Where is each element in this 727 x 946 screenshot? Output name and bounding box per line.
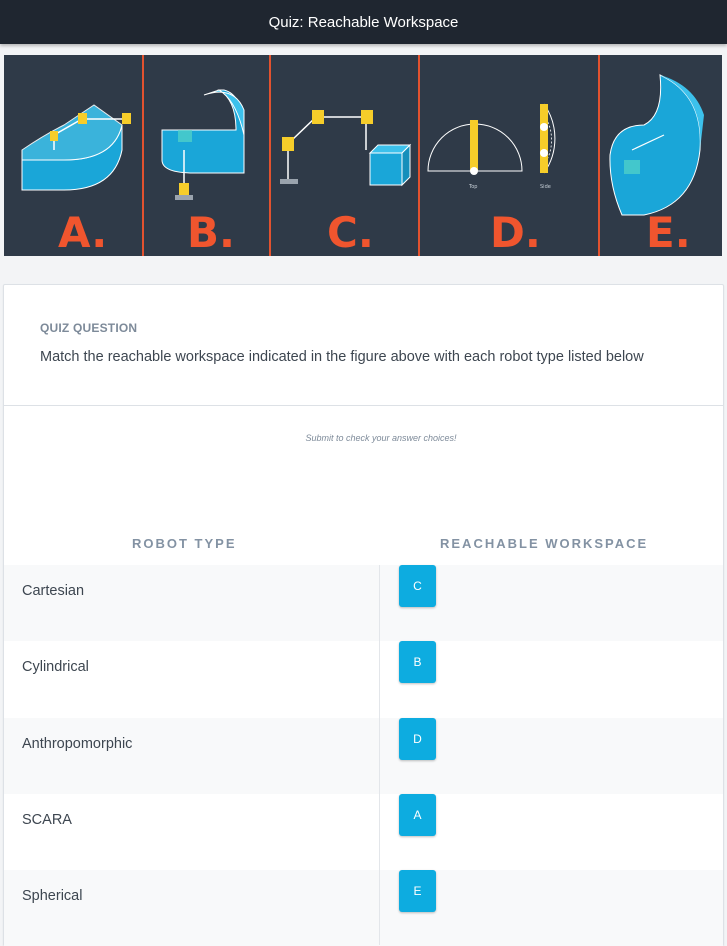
page-title: Quiz: Reachable Workspace [268, 13, 459, 31]
quiz-question-label: QUIZ QUESTION [40, 321, 138, 335]
robot-type-label: Anthropomorphic [22, 736, 133, 752]
panel-e-spherical-workspace [609, 74, 704, 216]
answer-chip[interactable]: C [399, 565, 436, 607]
panel-b-cylindrical-workspace [161, 89, 245, 200]
match-row-cartesian: Cartesian C [4, 565, 723, 641]
quiz-card: QUIZ QUESTION Match the reachable worksp… [3, 284, 724, 946]
column-divider [379, 565, 380, 945]
panel-d-side-caption: Side [540, 184, 551, 190]
panel-d-anthropomorphic-workspace: Top Side [427, 103, 556, 190]
panel-letter-d: D. [490, 208, 541, 256]
reachable-workspace-column-header: REACHABLE WORKSPACE [440, 536, 649, 551]
panel-letter-e: E. [646, 208, 691, 256]
answer-chip[interactable]: B [399, 641, 436, 683]
robot-type-column-header: ROBOT TYPE [132, 536, 237, 551]
panel-d-top-caption: Top [468, 184, 477, 190]
workspace-illustration: Top Side A. B. C. D. E. [21, 55, 704, 256]
robot-type-label: Cylindrical [22, 659, 89, 675]
panel-letter-b: B. [187, 208, 235, 256]
robot-type-label: Cartesian [22, 583, 85, 599]
robot-type-label: Spherical [22, 888, 83, 904]
match-row-cylindrical: Cylindrical B [4, 641, 723, 717]
panel-a-scara-workspace [21, 104, 131, 191]
match-row-spherical: Spherical E [4, 870, 723, 946]
top-bar: Quiz: Reachable Workspace [0, 0, 727, 44]
workspace-figure: Top Side A. B. C. D. E. [4, 55, 722, 256]
panel-letter-c: C. [327, 208, 374, 256]
question-section: QUIZ QUESTION Match the reachable worksp… [4, 285, 723, 406]
robot-type-label: SCARA [22, 812, 72, 828]
panel-c-cartesian-workspace [280, 110, 412, 187]
match-row-anthropomorphic: Anthropomorphic D [4, 718, 723, 794]
answer-chip[interactable]: D [399, 718, 436, 760]
answer-chip[interactable]: E [399, 870, 436, 912]
match-row-scara: SCARA A [4, 794, 723, 870]
submit-hint: Submit to check your answer choices! [305, 433, 457, 443]
answer-chip[interactable]: A [399, 794, 436, 836]
panel-letter-a: A. [58, 208, 107, 256]
quiz-question-text: Match the reachable workspace indicated … [40, 349, 644, 365]
